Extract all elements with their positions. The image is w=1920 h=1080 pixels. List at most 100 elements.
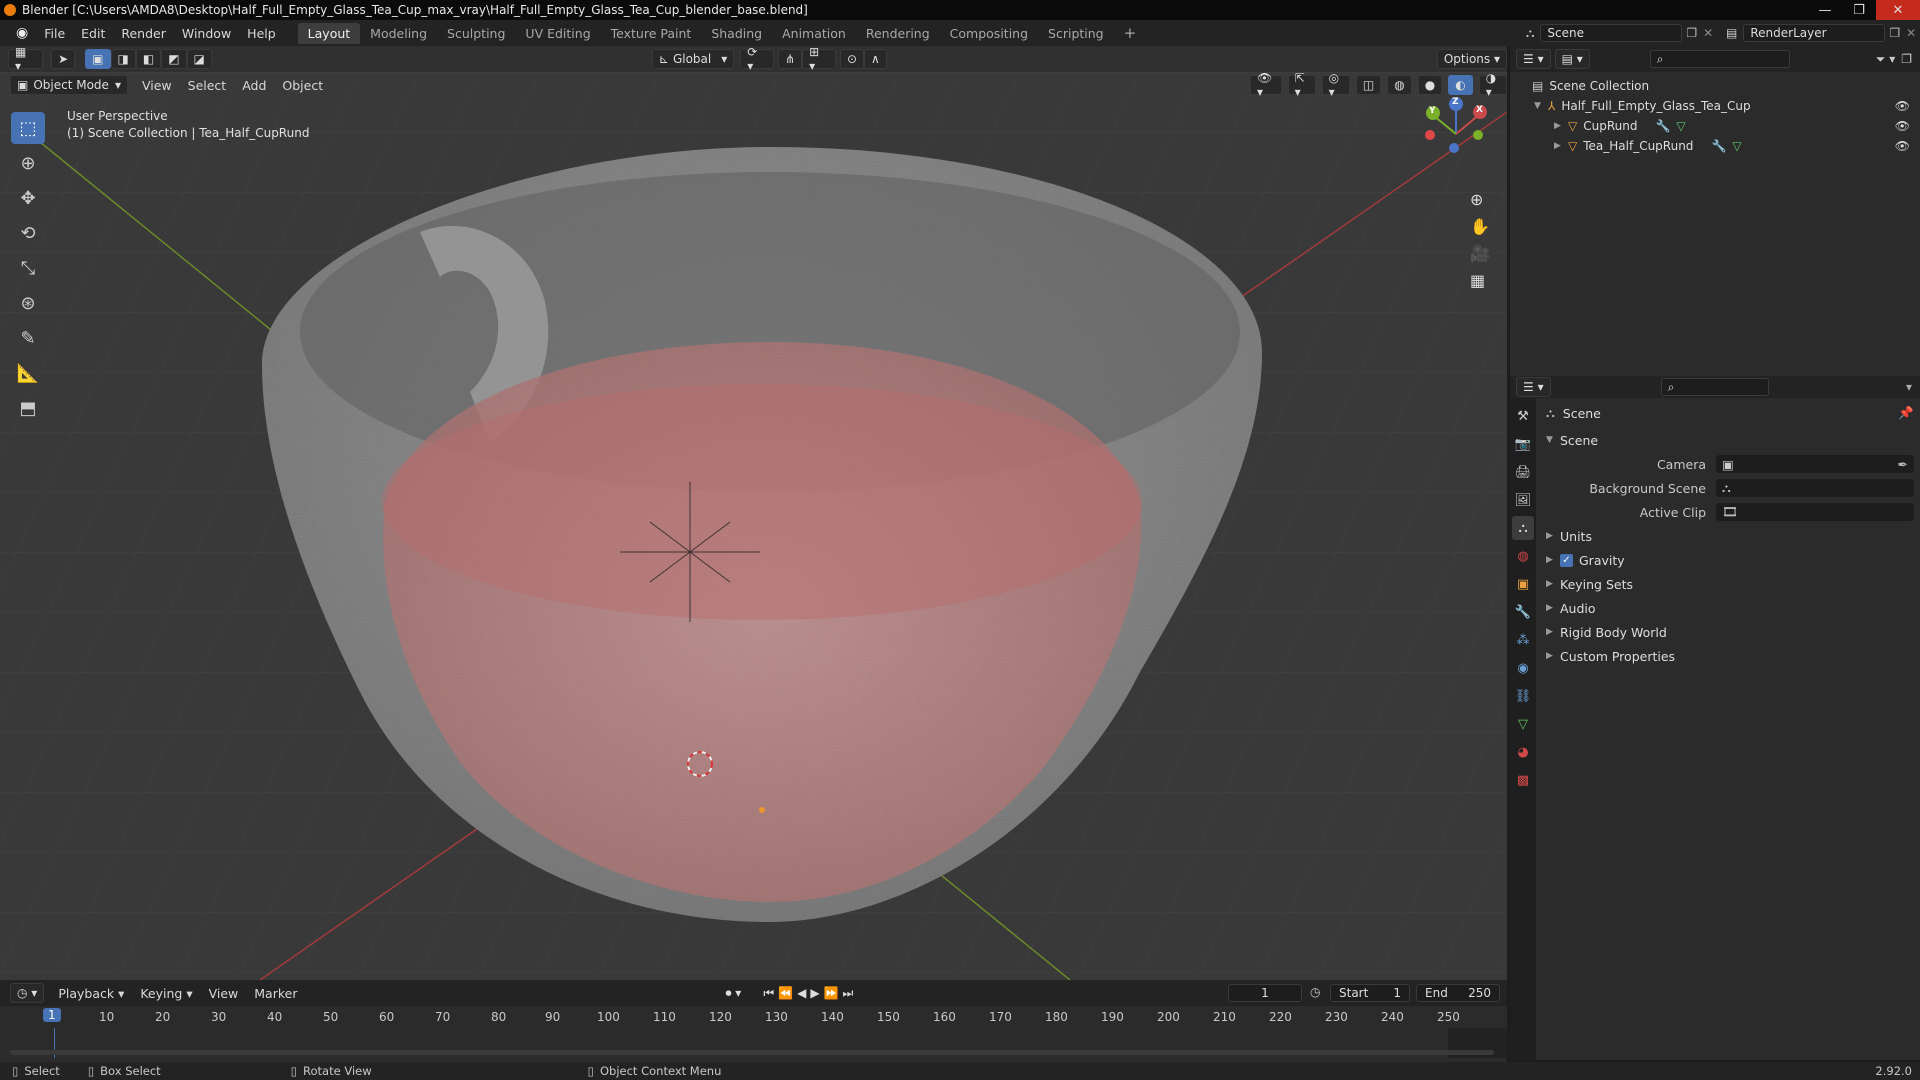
minimize-button[interactable]: —: [1808, 0, 1842, 20]
remove-scene-icon[interactable]: ✕: [1703, 26, 1713, 40]
tab-modeling[interactable]: Modeling: [360, 23, 437, 44]
panel-units[interactable]: ▶ Units: [1546, 524, 1914, 548]
transform-orientation-dropdown[interactable]: ⊾ Global ▾: [651, 49, 735, 69]
gizmo-toggle-icon[interactable]: ⇱ ▾: [1287, 72, 1316, 99]
tool-settings-tab-icon[interactable]: ⚒: [1512, 404, 1534, 428]
play-icon[interactable]: ▶: [810, 986, 823, 1000]
texture-tab-icon[interactable]: ▩: [1512, 768, 1534, 792]
gravity-checkbox[interactable]: ✓: [1560, 553, 1573, 567]
viewport-menu-view[interactable]: View: [134, 78, 180, 93]
properties-search-input[interactable]: ⌕: [1660, 378, 1769, 396]
select-tool-icon[interactable]: ➤: [51, 49, 76, 69]
active-clip-field[interactable]: 🎞: [1716, 503, 1914, 521]
background-scene-field[interactable]: ⛬: [1716, 479, 1914, 497]
3d-viewport[interactable]: ▣ Object Mode ▾ View Select Add Object 👁…: [0, 72, 1507, 980]
eyedropper-icon[interactable]: ✒: [1898, 457, 1908, 472]
outliner-row-tea[interactable]: ▶ ▽ Tea_Half_CupRund 🔧 ▽ 👁: [1510, 136, 1920, 156]
jump-keyframe-forward-icon[interactable]: ⏩: [824, 986, 843, 1000]
scene-icon[interactable]: ⛬: [1526, 26, 1534, 41]
navigation-gizmo[interactable]: Z X Y: [1420, 94, 1500, 174]
scene-selector[interactable]: Scene: [1540, 24, 1683, 42]
properties-editor-type-icon[interactable]: ☰ ▾: [1516, 377, 1551, 397]
end-frame-field[interactable]: End 250: [1416, 984, 1500, 1002]
object-tab-icon[interactable]: ▣: [1512, 572, 1534, 596]
add-cube-tool-icon[interactable]: ⬒: [11, 392, 45, 424]
outliner-row-cuprund[interactable]: ▶ ▽ CupRund 🔧 ▽ 👁: [1510, 116, 1920, 136]
rendered-shading-icon[interactable]: ◑ ▾: [1478, 72, 1507, 99]
menu-help[interactable]: Help: [239, 26, 284, 41]
data-tab-icon[interactable]: ▽: [1512, 712, 1534, 736]
proportional-edit-icon[interactable]: ⊙: [839, 49, 865, 69]
display-mode-icon[interactable]: ▤ ▾: [1554, 49, 1590, 69]
start-frame-field[interactable]: Start 1: [1330, 984, 1410, 1002]
select-box-mode-icon[interactable]: ▣: [85, 49, 111, 69]
new-scene-icon[interactable]: ❐: [1686, 26, 1697, 40]
tab-uv-editing[interactable]: UV Editing: [515, 23, 600, 44]
modifier-wrench-icon[interactable]: 🔧: [1711, 139, 1726, 153]
xray-toggle-icon[interactable]: ◫: [1355, 75, 1382, 95]
eye-icon[interactable]: 👁: [1895, 99, 1910, 113]
remove-renderlayer-icon[interactable]: ✕: [1906, 26, 1916, 40]
falloff-icon[interactable]: ∧: [864, 49, 887, 69]
measure-tool-icon[interactable]: 📐: [11, 357, 45, 389]
tab-layout[interactable]: Layout: [297, 22, 361, 44]
timeline-menu-keying[interactable]: Keying ▾: [132, 986, 200, 1001]
viewport-menu-add[interactable]: Add: [234, 78, 274, 93]
panel-rigid-body-world[interactable]: ▶ Rigid Body World: [1546, 620, 1914, 644]
jump-end-icon[interactable]: ⏭: [843, 986, 858, 1000]
playhead-frame[interactable]: 1: [43, 1008, 61, 1022]
outliner-search-input[interactable]: ⌕: [1649, 50, 1790, 68]
select-invert-mode-icon[interactable]: ◩: [161, 49, 187, 69]
play-reverse-icon[interactable]: ◀: [797, 986, 810, 1000]
eye-icon[interactable]: 👁: [1895, 139, 1910, 153]
pan-hand-icon[interactable]: ✋: [1470, 217, 1490, 236]
menu-file[interactable]: File: [36, 26, 73, 41]
rotate-tool-icon[interactable]: ⟲: [11, 217, 45, 249]
eye-icon[interactable]: 👁: [1895, 119, 1910, 133]
cursor-tool-icon[interactable]: ⊕: [11, 147, 45, 179]
snap-icon[interactable]: ⋔: [778, 49, 803, 69]
new-collection-icon[interactable]: ❐: [1901, 52, 1912, 66]
menu-render[interactable]: Render: [113, 26, 174, 41]
editor-type-button[interactable]: ▦ ▾: [8, 45, 44, 73]
select-subtract-mode-icon[interactable]: ◧: [135, 49, 162, 69]
expand-arrow-icon[interactable]: ▼: [1534, 101, 1548, 111]
annotate-tool-icon[interactable]: ✎: [11, 322, 45, 354]
options-dropdown[interactable]: Options ▾: [1436, 49, 1507, 69]
tab-animation[interactable]: Animation: [772, 23, 856, 44]
transform-tool-icon[interactable]: ⊛: [11, 287, 45, 319]
blender-menu-icon[interactable]: ◉: [8, 25, 36, 41]
modifier-tab-icon[interactable]: 🔧: [1512, 600, 1534, 624]
timeline-editor-type-icon[interactable]: ◷ ▾: [10, 983, 45, 1003]
overlay-toggle-icon[interactable]: ◎ ▾: [1321, 72, 1350, 99]
tab-sculpting[interactable]: Sculpting: [437, 23, 515, 44]
material-shading-icon[interactable]: ◐: [1448, 75, 1473, 95]
outliner-editor-type-icon[interactable]: ☰ ▾: [1516, 49, 1551, 69]
world-tab-icon[interactable]: ◍: [1512, 544, 1534, 568]
select-box-tool-icon[interactable]: ⬚: [11, 112, 45, 144]
wireframe-shading-icon[interactable]: ◍: [1387, 75, 1412, 95]
tab-compositing[interactable]: Compositing: [940, 23, 1038, 44]
modifier-wrench-icon[interactable]: 🔧: [1655, 119, 1670, 133]
viewport-menu-object[interactable]: Object: [274, 78, 331, 93]
panel-gravity[interactable]: ▶ ✓ Gravity: [1546, 548, 1914, 572]
mesh-data-icon[interactable]: ▽: [1732, 139, 1741, 153]
pin-icon[interactable]: 📌: [1898, 405, 1914, 421]
pivot-point-icon[interactable]: ⟳ ▾: [740, 45, 775, 73]
viewport-menu-select[interactable]: Select: [180, 78, 235, 93]
panel-keying-sets[interactable]: ▶ Keying Sets: [1546, 572, 1914, 596]
menu-window[interactable]: Window: [174, 26, 239, 41]
outliner-row-collection[interactable]: ▼ ⅄ Half_Full_Empty_Glass_Tea_Cup 👁: [1510, 96, 1920, 116]
tab-texture-paint[interactable]: Texture Paint: [601, 23, 702, 44]
panel-custom-properties[interactable]: ▶ Custom Properties: [1546, 644, 1914, 668]
view-layer-tab-icon[interactable]: 🖼: [1512, 488, 1534, 512]
filter-icon[interactable]: ⏷ ▾: [1876, 52, 1895, 67]
add-workspace-button[interactable]: +: [1114, 21, 1147, 45]
panel-scene-header[interactable]: ▼ Scene: [1546, 428, 1914, 452]
expand-arrow-icon[interactable]: ▶: [1554, 121, 1568, 131]
mode-dropdown[interactable]: ▣ Object Mode ▾: [10, 75, 128, 95]
physics-tab-icon[interactable]: ◉: [1512, 656, 1534, 680]
expand-arrow-icon[interactable]: ▶: [1554, 141, 1568, 151]
panel-audio[interactable]: ▶ Audio: [1546, 596, 1914, 620]
record-icon[interactable]: ⏺ ▾: [725, 986, 741, 1001]
